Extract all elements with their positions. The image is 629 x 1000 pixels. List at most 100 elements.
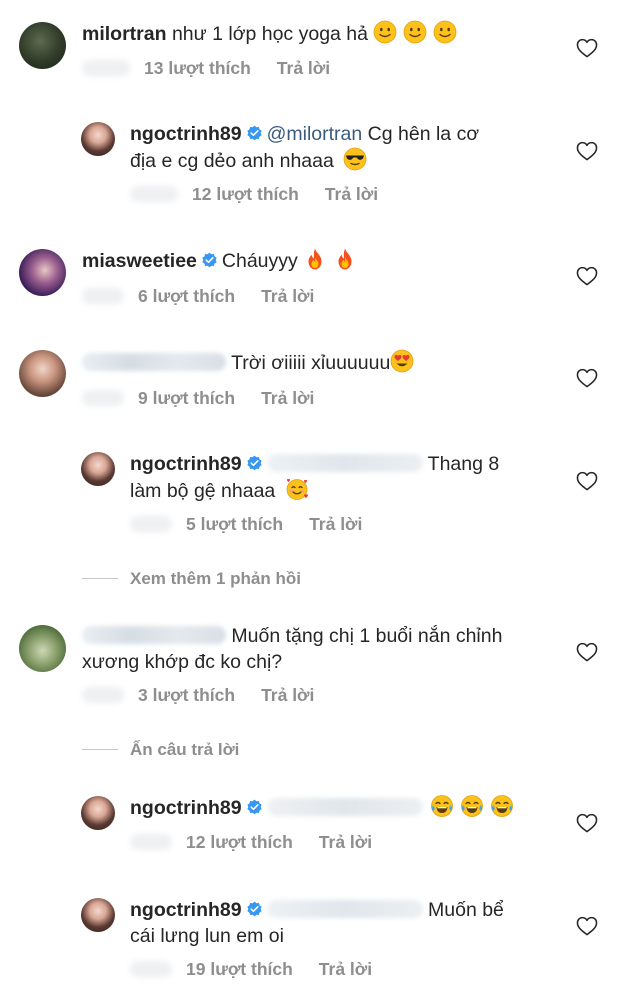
- comment-body-line2: địa e cg dẻo anh nhaaa: [130, 150, 334, 172]
- timestamp-blurred: [82, 60, 130, 76]
- avatar[interactable]: [81, 796, 115, 830]
- blurred-mention: [266, 454, 423, 472]
- comment-text: ngoctrinh89: [130, 794, 550, 821]
- likes-count[interactable]: 12 lượt thích: [186, 832, 293, 852]
- hide-replies-label: Ẩn câu trả lời: [130, 740, 240, 759]
- comment-meta: 19 lượt thích Trả lời: [130, 959, 372, 980]
- view-more-replies-button[interactable]: Xem thêm 1 phản hồi: [82, 569, 301, 589]
- comment-body-line1: Thang 8: [427, 453, 500, 475]
- avatar[interactable]: [19, 350, 66, 397]
- comment-body: Trời ơiiiii xỉuuuuuu: [231, 352, 391, 374]
- comment-username[interactable]: ngoctrinh89: [130, 797, 242, 819]
- like-heart-icon[interactable]: [576, 471, 598, 491]
- timestamp-blurred: [82, 288, 124, 304]
- comment-meta: 12 lượt thích Trả lời: [130, 832, 372, 853]
- like-heart-icon[interactable]: [576, 141, 598, 161]
- verified-badge-icon: [246, 901, 263, 918]
- comment-username[interactable]: miasweetiee: [82, 250, 197, 272]
- comment-meta: 6 lượt thích Trả lời: [82, 286, 314, 307]
- reply-button[interactable]: Trả lời: [319, 959, 372, 979]
- verified-badge-icon: [201, 252, 218, 269]
- comment-text: Muốn tặng chị 1 buổi nắn chỉnh xương khớ…: [82, 623, 552, 675]
- timestamp-blurred: [130, 186, 178, 202]
- avatar[interactable]: [81, 898, 115, 932]
- view-more-replies-label: Xem thêm 1 phản hồi: [130, 569, 301, 588]
- likes-count[interactable]: 6 lượt thích: [138, 286, 235, 306]
- comment-text: ngoctrinh89 @milortran Cg hên la cơ địa e…: [130, 121, 550, 174]
- comment-miasweetiee: miasweetiee Cháuyyy 6 lượt thích Trả lời: [0, 230, 629, 330]
- tears-of-joy-icon: [490, 794, 514, 818]
- comment-milortran: milortran như 1 lớp học yoga hả 13 lượt …: [0, 0, 629, 100]
- like-heart-icon[interactable]: [576, 642, 598, 662]
- blurred-username: [82, 353, 226, 371]
- slightly-smiling-face-icon: [433, 20, 457, 44]
- reply-button[interactable]: Trả lời: [261, 685, 314, 705]
- comment-username[interactable]: ngoctrinh89: [130, 899, 242, 921]
- reply-button[interactable]: Trả lời: [277, 58, 330, 78]
- timestamp-blurred: [82, 390, 124, 406]
- comment-text: miasweetiee Cháuyyy: [82, 247, 542, 274]
- likes-count[interactable]: 3 lượt thích: [138, 685, 235, 705]
- reply-ngoctrinh89: ngoctrinh89 Muốn bể cái lưng lun em oi 1…: [0, 880, 629, 1000]
- reply-ngoctrinh89: ngoctrinh89 @milortran Cg hên la cơ địa e…: [0, 100, 629, 230]
- comment-meta: 9 lượt thích Trả lời: [82, 388, 314, 409]
- avatar[interactable]: [19, 22, 66, 69]
- verified-badge-icon: [246, 125, 263, 142]
- likes-count[interactable]: 9 lượt thích: [138, 388, 235, 408]
- avatar[interactable]: [81, 122, 115, 156]
- comment-body-line2: xương khớp đc ko chị?: [82, 651, 283, 673]
- comment-text: milortran như 1 lớp học yoga hả: [82, 20, 542, 47]
- tears-of-joy-icon: [460, 794, 484, 818]
- comment-meta: 5 lượt thích Trả lời: [130, 514, 362, 535]
- comment-body-line1: Muốn bể: [428, 899, 504, 921]
- like-heart-icon[interactable]: [576, 266, 598, 286]
- blurred-mention: [266, 900, 423, 918]
- hide-replies-button[interactable]: Ẩn câu trả lời: [82, 740, 239, 760]
- verified-badge-icon: [246, 455, 263, 472]
- comment-text: ngoctrinh89 Thang 8 làm bộ gệ nhaaa: [130, 451, 550, 504]
- divider-line: [82, 578, 118, 579]
- comment-text: ngoctrinh89 Muốn bể cái lưng lun em oi: [130, 897, 550, 949]
- comment-body-line2: cái lưng lun em oi: [130, 925, 284, 947]
- likes-count[interactable]: 13 lượt thích: [144, 58, 251, 78]
- comment-body-line1: Cg hên la cơ: [367, 123, 480, 145]
- like-heart-icon[interactable]: [576, 38, 598, 58]
- reply-button[interactable]: Trả lời: [319, 832, 372, 852]
- comment-anonymous-2: Muốn tặng chị 1 buổi nắn chỉnh xương khớ…: [0, 600, 629, 735]
- reply-button[interactable]: Trả lời: [325, 184, 378, 204]
- smiling-face-with-hearts-icon: [285, 477, 309, 501]
- likes-count[interactable]: 19 lượt thích: [186, 959, 293, 979]
- comment-body: Cháuyyy: [221, 250, 298, 272]
- avatar[interactable]: [81, 452, 115, 486]
- likes-count[interactable]: 12 lượt thích: [192, 184, 299, 204]
- comment-meta: 13 lượt thích Trả lời: [82, 58, 330, 79]
- timestamp-blurred: [130, 961, 172, 977]
- slightly-smiling-face-icon: [373, 20, 397, 44]
- avatar[interactable]: [19, 249, 66, 296]
- reply-ngoctrinh89: ngoctrinh89 Thang 8 làm bộ gệ nhaaa 5 lư…: [0, 430, 629, 560]
- comment-username[interactable]: milortran: [82, 23, 167, 45]
- timestamp-blurred: [130, 516, 172, 532]
- comment-text: Trời ơiiiii xỉuuuuuu: [82, 349, 542, 376]
- like-heart-icon[interactable]: [576, 368, 598, 388]
- avatar[interactable]: [19, 625, 66, 672]
- fire-icon: [333, 247, 357, 271]
- comment-username[interactable]: ngoctrinh89: [130, 453, 242, 475]
- comment-meta: 3 lượt thích Trả lời: [82, 685, 314, 706]
- reply-button[interactable]: Trả lời: [309, 514, 362, 534]
- like-heart-icon[interactable]: [576, 813, 598, 833]
- mention-link[interactable]: @milortran: [267, 123, 363, 145]
- heart-eyes-face-icon: [390, 349, 414, 373]
- like-heart-icon[interactable]: [576, 916, 598, 936]
- comment-body-line2: làm bộ gệ nhaaa: [130, 480, 276, 502]
- sunglasses-face-icon: [343, 147, 367, 171]
- reply-ngoctrinh89: ngoctrinh89 12 lượt thích Trả lời: [0, 775, 629, 880]
- reply-button[interactable]: Trả lời: [261, 388, 314, 408]
- blurred-mention: [266, 798, 423, 816]
- comment-body-line1: Muốn tặng chị 1 buổi nắn chỉnh: [231, 625, 503, 647]
- reply-button[interactable]: Trả lời: [261, 286, 314, 306]
- comment-anonymous: Trời ơiiiii xỉuuuuuu 9 lượt thích Trả lời: [0, 330, 629, 430]
- fire-icon: [303, 247, 327, 271]
- comment-username[interactable]: ngoctrinh89: [130, 123, 242, 145]
- likes-count[interactable]: 5 lượt thích: [186, 514, 283, 534]
